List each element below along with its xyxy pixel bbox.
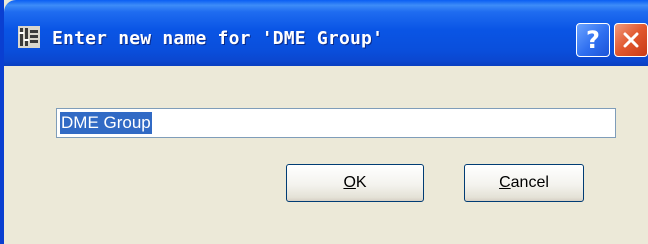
close-button[interactable] — [614, 23, 648, 57]
cancel-button-accel: C — [499, 174, 511, 191]
ok-button[interactable]: OK — [286, 164, 424, 202]
help-icon: ? — [586, 26, 600, 54]
cancel-button[interactable]: Cancel — [464, 164, 584, 202]
rename-dialog: Enter new name for 'DME Group' ? DME Gro… — [0, 0, 648, 244]
ok-button-accel: O — [343, 174, 356, 191]
dialog-body: DME Group OK Cancel — [4, 66, 648, 244]
ok-button-label: K — [355, 174, 367, 191]
cancel-button-label: ancel — [510, 174, 549, 191]
name-input[interactable]: DME Group — [56, 108, 616, 138]
close-icon — [623, 32, 639, 48]
title-bar[interactable]: Enter new name for 'DME Group' ? — [4, 0, 648, 66]
help-button[interactable]: ? — [576, 23, 610, 57]
dme-app-icon — [18, 26, 40, 48]
dialog-title: Enter new name for 'DME Group' — [52, 28, 384, 49]
name-input-value: DME Group — [60, 112, 152, 134]
